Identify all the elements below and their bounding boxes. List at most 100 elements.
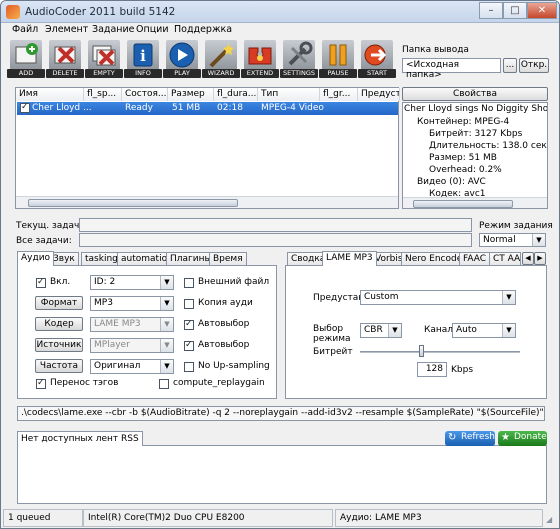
column-fl-sp[interactable]: fl_sp... bbox=[84, 88, 122, 101]
maximize-button[interactable]: □ bbox=[503, 2, 527, 19]
copy-audio-checkbox[interactable] bbox=[184, 299, 194, 309]
pause-button[interactable]: PAUSE bbox=[319, 38, 357, 80]
resize-grip-icon[interactable]: ◢ bbox=[546, 515, 556, 525]
tab-lame-mp3[interactable]: LAME MP3 bbox=[322, 251, 377, 266]
all-tasks-progress bbox=[79, 233, 472, 247]
column-name[interactable]: Имя bbox=[16, 88, 84, 101]
extend-button[interactable]: EXTEND bbox=[241, 38, 279, 80]
row-size: 51 MB bbox=[172, 103, 201, 113]
auto-source-label: Автовыбор bbox=[198, 340, 250, 350]
tab-time[interactable]: Время bbox=[209, 252, 247, 266]
info-button[interactable]: i INFO bbox=[124, 38, 162, 80]
codec-select[interactable]: LAME MP3 ▼ bbox=[90, 317, 174, 332]
copy-tags-checkbox[interactable] bbox=[36, 378, 46, 389]
title-bar[interactable]: AudioCoder 2011 build 5142 – □ ✕ bbox=[1, 1, 559, 23]
chevron-down-icon: ▼ bbox=[502, 324, 515, 337]
pause-icon bbox=[322, 40, 354, 70]
task-mode-select[interactable]: Normal ▼ bbox=[479, 233, 546, 247]
frequency-button[interactable]: Частота bbox=[35, 359, 83, 373]
format-button[interactable]: Формат bbox=[35, 296, 83, 310]
preset-select[interactable]: Custom ▼ bbox=[360, 290, 516, 305]
scrollbar-thumb[interactable] bbox=[413, 200, 513, 208]
empty-button[interactable]: EMPTY bbox=[85, 38, 123, 80]
menu-element[interactable]: Элемент bbox=[45, 24, 88, 35]
open-folder-button[interactable]: Откр. bbox=[519, 58, 549, 73]
menu-bar: Файл Элемент Задание Опции Поддержка bbox=[1, 23, 559, 38]
column-fl-gr[interactable]: fl_gr... bbox=[320, 88, 358, 101]
replaygain-label: compute_replaygain bbox=[173, 378, 265, 388]
file-list-scrollbar[interactable] bbox=[16, 196, 398, 208]
source-button[interactable]: Источник bbox=[35, 338, 83, 352]
table-row[interactable]: Cher Lloyd ... Ready 51 MB 02:18 MPEG-4 … bbox=[17, 102, 398, 115]
status-audio: Аудио: LAME MP3 bbox=[335, 509, 543, 527]
menu-file[interactable]: Файл bbox=[12, 24, 38, 35]
column-size[interactable]: Размер bbox=[168, 88, 214, 101]
no-upsampling-checkbox[interactable] bbox=[184, 362, 194, 372]
close-button[interactable]: ✕ bbox=[527, 2, 557, 19]
tab-faac[interactable]: FAAC bbox=[459, 252, 491, 266]
properties-button[interactable]: Свойства bbox=[402, 87, 548, 101]
app-logo-icon bbox=[6, 5, 20, 19]
replaygain-checkbox[interactable] bbox=[159, 379, 169, 389]
window-title: AudioCoder 2011 build 5142 bbox=[25, 6, 176, 18]
auto-codec-checkbox[interactable] bbox=[184, 319, 194, 330]
row-checkbox[interactable] bbox=[20, 102, 30, 113]
row-duration: 02:18 bbox=[217, 103, 243, 113]
tab-ct-aac[interactable]: CT AAC bbox=[489, 252, 521, 266]
props-line: Длительность: 138.0 сек bbox=[429, 141, 547, 151]
bitrate-slider-track[interactable] bbox=[360, 351, 520, 353]
play-icon bbox=[166, 40, 198, 70]
command-line-field[interactable]: .\codecs\lame.exe --cbr -b $(AudioBitrat… bbox=[17, 406, 545, 421]
copy-audio-label: Копия ауди bbox=[198, 298, 253, 308]
refresh-icon: ↻ bbox=[448, 432, 457, 443]
donate-button[interactable]: ★ Donate bbox=[498, 431, 547, 446]
delete-button[interactable]: DELETE bbox=[46, 38, 84, 80]
format-select[interactable]: MP3 ▼ bbox=[90, 296, 174, 311]
source-select[interactable]: MPlayer ▼ bbox=[90, 338, 174, 353]
add-button[interactable]: ADD bbox=[7, 38, 45, 80]
chevron-down-icon: ▼ bbox=[532, 234, 545, 246]
column-type[interactable]: Тип bbox=[258, 88, 320, 101]
extend-icon bbox=[244, 40, 276, 70]
refresh-button[interactable]: ↻ Refresh bbox=[445, 431, 495, 446]
menu-options[interactable]: Опции bbox=[136, 24, 169, 35]
props-line: Размер: 51 MB bbox=[429, 153, 497, 163]
minimize-button[interactable]: – bbox=[479, 2, 503, 19]
audio-id-select[interactable]: ID: 2 ▼ bbox=[90, 275, 174, 290]
tab-scroll-right-button[interactable]: ▶ bbox=[534, 252, 546, 265]
bitrate-slider-thumb[interactable] bbox=[419, 345, 424, 357]
enable-checkbox[interactable] bbox=[36, 277, 46, 288]
external-file-checkbox[interactable] bbox=[184, 278, 194, 288]
play-button[interactable]: PLAY bbox=[163, 38, 201, 80]
start-button[interactable]: START bbox=[358, 38, 396, 80]
frequency-select[interactable]: Оригинал ▼ bbox=[90, 359, 174, 374]
tab-tasking[interactable]: tasking bbox=[81, 252, 122, 266]
column-status[interactable]: Состоя... bbox=[122, 88, 168, 101]
output-folder-field[interactable]: <Исходная папка> bbox=[402, 58, 501, 80]
chevron-down-icon: ▼ bbox=[502, 291, 515, 304]
tab-scroll-left-button[interactable]: ◀ bbox=[522, 252, 534, 265]
wizard-button[interactable]: WIZARD bbox=[202, 38, 240, 80]
scrollbar-thumb[interactable] bbox=[28, 199, 238, 207]
all-tasks-label: Все задачи: bbox=[16, 236, 72, 246]
props-scrollbar[interactable] bbox=[403, 197, 547, 208]
channel-select[interactable]: Auto ▼ bbox=[452, 323, 516, 338]
tab-audio[interactable]: Аудио bbox=[17, 251, 55, 266]
auto-source-checkbox[interactable] bbox=[184, 340, 194, 351]
file-list[interactable]: Имя fl_sp... Состоя... Размер fl_dura...… bbox=[15, 87, 400, 209]
properties-tree[interactable]: Cher Lloyd sings No Diggity Shout.n Конт… bbox=[402, 102, 548, 209]
bitrate-input[interactable]: 128 bbox=[417, 362, 447, 377]
mode-select[interactable]: CBR ▼ bbox=[360, 323, 402, 338]
codec-button[interactable]: Кодер bbox=[35, 317, 83, 331]
column-duration[interactable]: fl_dura... bbox=[214, 88, 258, 101]
channel-label: Канал bbox=[424, 325, 454, 335]
menu-task[interactable]: Задание bbox=[92, 24, 135, 35]
column-preset[interactable]: Предуста bbox=[358, 88, 400, 101]
props-line: Битрейт: 3127 Kbps bbox=[429, 129, 523, 139]
menu-support[interactable]: Поддержка bbox=[174, 24, 232, 35]
props-line: Overhead: 0.2% bbox=[429, 165, 502, 175]
settings-button[interactable]: SETTINGS bbox=[280, 38, 318, 80]
rss-panel bbox=[17, 445, 547, 504]
rss-tab[interactable]: Нет доступных лент RSS bbox=[17, 431, 143, 446]
browse-button[interactable]: ... bbox=[503, 58, 517, 73]
